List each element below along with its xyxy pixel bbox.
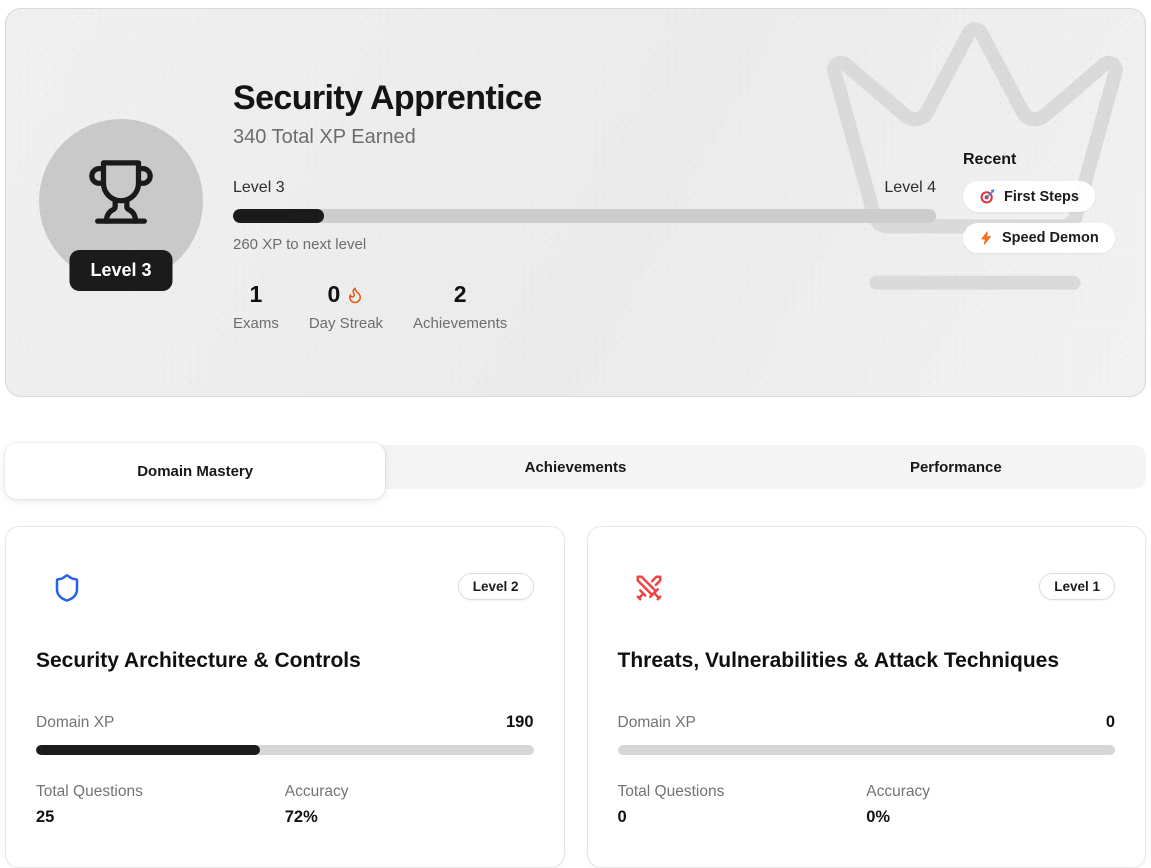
total-questions-value: 25 [36,808,285,827]
recent-title: Recent [963,151,1115,169]
domain-stat-total-questions: Total Questions 0 [618,783,867,827]
domain-xp-label: Domain XP [618,714,696,732]
level-progress-labels: Level 3 Level 4 [233,179,936,197]
domain-stat-accuracy: Accuracy 0% [866,783,1115,827]
domain-xp-row: Domain XP 190 [36,713,534,732]
level-progress-fill [233,209,324,223]
player-summary-card: Level 3 Security Apprentice 340 Total XP… [5,8,1146,397]
badge-speed-demon: Speed Demon [963,223,1115,253]
card-header: Level 1 [618,573,1116,603]
stat-day-streak-value: 0 [309,281,383,308]
flame-icon [346,286,364,304]
domain-stats: Total Questions 0 Accuracy 0% [618,783,1116,827]
avatar: Level 3 [39,119,203,283]
domain-progress-fill [36,745,260,755]
page-title: Security Apprentice [233,79,936,118]
badge-speed-demon-label: Speed Demon [1002,230,1099,246]
domain-stat-accuracy: Accuracy 72% [285,783,534,827]
badge-first-steps-label: First Steps [1004,189,1079,205]
accuracy-value: 72% [285,808,534,827]
domain-xp-value: 190 [506,713,534,732]
total-questions-value: 0 [618,808,867,827]
view-tabs: Domain Mastery Achievements Performance [5,443,1146,499]
domain-card-threats-vulnerabilities: Level 1 Threats, Vulnerabilities & Attac… [587,526,1147,868]
domain-progress-bar [618,745,1116,755]
stat-day-streak: 0 Day Streak [309,281,383,332]
lightning-icon [979,230,994,246]
domain-title: Security Architecture & Controls [36,649,534,673]
current-level-label: Level 3 [233,179,285,197]
hero-main: Security Apprentice 340 Total XP Earned … [233,9,936,332]
total-questions-label: Total Questions [618,783,867,801]
xp-to-next-level: 260 XP to next level [233,236,936,253]
stat-day-streak-label: Day Streak [309,315,383,332]
tab-achievements[interactable]: Achievements [385,445,765,489]
domain-card-security-architecture: Level 2 Security Architecture & Controls… [5,526,565,868]
summary-stats: 1 Exams 0 Day Streak 2 Achievements [233,281,936,332]
stat-achievements-label: Achievements [413,315,507,332]
domain-title: Threats, Vulnerabilities & Attack Techni… [618,649,1116,673]
domain-xp-value: 0 [1106,713,1115,732]
domain-level-badge: Level 1 [1039,573,1115,600]
accuracy-label: Accuracy [866,783,1115,801]
next-level-label: Level 4 [884,179,936,197]
domain-xp-label: Domain XP [36,714,114,732]
stat-achievements-value: 2 [413,281,507,308]
stat-exams: 1 Exams [233,281,279,332]
domain-progress-bar [36,745,534,755]
dart-target-icon [979,188,996,205]
accuracy-label: Accuracy [285,783,534,801]
stat-exams-label: Exams [233,315,279,332]
stat-achievements: 2 Achievements [413,281,507,332]
shield-icon [52,573,82,603]
tab-strip: Domain Mastery Achievements Performance [5,445,1146,489]
swords-icon [634,573,664,603]
domain-stat-total-questions: Total Questions 25 [36,783,285,827]
accuracy-value: 0% [866,808,1115,827]
total-xp-subtitle: 340 Total XP Earned [233,126,936,149]
tab-domain-mastery[interactable]: Domain Mastery [5,443,385,499]
domain-cards: Level 2 Security Architecture & Controls… [5,526,1146,868]
level-progress-bar [233,209,936,223]
domain-stats: Total Questions 25 Accuracy 72% [36,783,534,827]
domain-xp-row: Domain XP 0 [618,713,1116,732]
domain-level-badge: Level 2 [458,573,534,600]
recent-achievements: Recent First Steps Speed Demon [963,151,1115,253]
tab-performance[interactable]: Performance [766,445,1146,489]
total-questions-label: Total Questions [36,783,285,801]
trophy-icon [86,157,156,227]
stat-exams-value: 1 [233,281,279,308]
recent-badge-list: First Steps Speed Demon [963,181,1115,253]
avatar-level-badge: Level 3 [69,250,172,291]
badge-first-steps: First Steps [963,181,1095,212]
card-header: Level 2 [36,573,534,603]
